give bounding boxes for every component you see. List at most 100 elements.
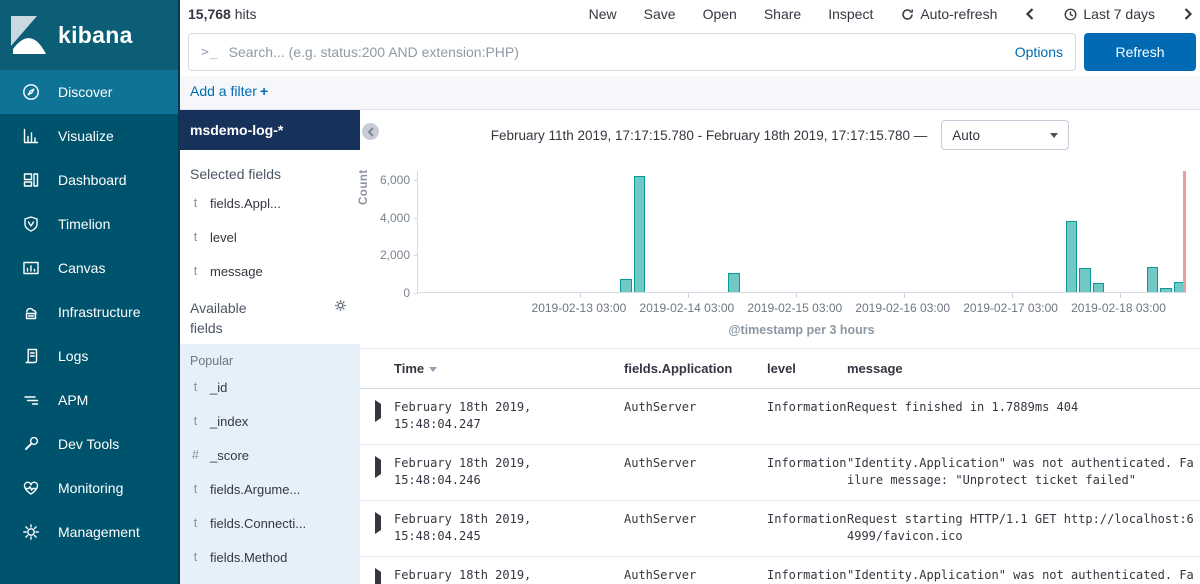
y-tick-mark (414, 180, 418, 181)
histogram-bar[interactable] (1160, 288, 1172, 292)
time-forward-chevron-icon[interactable] (1182, 7, 1194, 21)
histogram-bar[interactable] (1093, 283, 1105, 292)
field-item-_id[interactable]: t_id (180, 370, 360, 404)
cell-message: "Identity.Application" was not authentic… (847, 557, 1197, 584)
field-item-fieldsconnecti[interactable]: tfields.Connecti... (180, 506, 360, 540)
sidebar-item-monitoring[interactable]: Monitoring (0, 466, 178, 510)
interval-select[interactable]: Auto (941, 120, 1069, 150)
time-range-picker[interactable]: Last 7 days (1063, 6, 1155, 22)
expand-row-icon[interactable] (375, 456, 381, 478)
sidebar-item-label: Canvas (58, 260, 105, 276)
column-header-message[interactable]: message (847, 361, 1197, 376)
histogram-bar[interactable] (620, 279, 632, 292)
column-header-level[interactable]: level (767, 361, 847, 376)
open-menu-item[interactable]: Open (703, 6, 737, 22)
hits-value: 15,768 (188, 6, 231, 22)
column-header-time[interactable]: Time (394, 361, 624, 376)
sidebar-item-visualize[interactable]: Visualize (0, 114, 178, 158)
sidebar-item-discover[interactable]: Discover (0, 70, 178, 114)
scroll-icon (21, 346, 41, 366)
x-tick-label: 2019-02-14 03:00 (639, 301, 734, 315)
x-tick-mark (1012, 293, 1013, 298)
field-type-icon: t (190, 230, 201, 244)
shield-icon (21, 214, 41, 234)
expand-row-icon[interactable] (375, 568, 381, 584)
refresh-button[interactable]: Refresh (1084, 33, 1196, 71)
field-item-_index[interactable]: t_index (180, 404, 360, 438)
table-row[interactable]: February 18th 2019, 15:48:04.245AuthServ… (360, 501, 1200, 557)
traces-icon (21, 390, 41, 410)
table-row[interactable]: February 18th 2019, 15:48:04.246AuthServ… (360, 445, 1200, 501)
sidebar-item-timelion[interactable]: Timelion (0, 202, 178, 246)
field-item-fieldsrequest[interactable]: tfields.Request... (180, 574, 360, 584)
y-tick-label: 4,000 (368, 211, 410, 225)
add-filter-label: Add a filter (190, 83, 257, 99)
expand-row-icon[interactable] (375, 512, 381, 534)
histogram-bar[interactable] (1147, 267, 1159, 292)
inspect-menu-item[interactable]: Inspect (828, 6, 873, 22)
sidebar-item-canvas[interactable]: Canvas (0, 246, 178, 290)
sidebar-item-label: Dev Tools (58, 436, 119, 452)
sidebar-item-label: Visualize (58, 128, 114, 144)
histogram-bar[interactable] (728, 273, 740, 292)
hits-count: 15,768 hits (188, 6, 257, 22)
sidebar-item-dev-tools[interactable]: Dev Tools (0, 422, 178, 466)
popular-fields-list: t_idt_index#_scoretfields.Argume...tfiel… (180, 370, 360, 584)
field-type-icon: t (190, 196, 201, 210)
hits-unit: hits (235, 6, 257, 22)
options-link[interactable]: Options (1015, 44, 1063, 60)
x-tick-mark (1120, 293, 1121, 298)
field-item-_score[interactable]: #_score (180, 438, 360, 472)
field-type-icon: t (190, 414, 201, 428)
cell-time: February 18th 2019, 15:48:04.246 (394, 445, 624, 500)
x-tick-mark (580, 293, 581, 298)
save-menu-item[interactable]: Save (644, 6, 676, 22)
logo-wordmark: kibana (58, 22, 133, 49)
expand-row-icon[interactable] (375, 400, 381, 422)
new-menu-item[interactable]: New (589, 6, 617, 22)
field-item-fieldsargume[interactable]: tfields.Argume... (180, 472, 360, 506)
field-item-fieldsmethod[interactable]: tfields.Method (180, 540, 360, 574)
top-menu: New Save Open Share Inspect Auto-refresh Las… (589, 0, 1194, 28)
field-item-fieldsappl[interactable]: tfields.Appl... (180, 186, 360, 220)
index-pattern-selector[interactable]: msdemo-log-* (180, 110, 360, 150)
sidebar-item-dashboard[interactable]: Dashboard (0, 158, 178, 202)
top-bar: 15,768 hits New Save Open Share Inspect Auto… (180, 0, 1200, 76)
field-item-level[interactable]: tlevel (180, 220, 360, 254)
sidebar-item-apm[interactable]: APM (0, 378, 178, 422)
cloud-server-icon (21, 302, 41, 322)
kibana-logo[interactable]: kibana (0, 0, 178, 70)
histogram-plot[interactable]: 02,0004,0006,000 (417, 171, 1186, 293)
histogram-bar[interactable] (634, 176, 646, 292)
field-type-icon: t (190, 550, 201, 564)
sidebar-item-label: APM (58, 392, 88, 408)
cell-level: Information (767, 445, 847, 500)
histogram-bar[interactable] (1066, 221, 1078, 292)
sidebar-item-management[interactable]: Management (0, 510, 178, 554)
x-tick-label: 2019-02-17 03:00 (963, 301, 1058, 315)
time-back-chevron-icon[interactable] (1024, 7, 1036, 21)
field-type-icon: t (190, 264, 201, 278)
cell-time: February 18th 2019, 15:48:04.247 (394, 389, 624, 444)
table-body: February 18th 2019, 15:48:04.247AuthServ… (360, 389, 1200, 584)
field-settings-gear-icon[interactable] (333, 298, 348, 313)
compass-icon (21, 82, 41, 102)
share-menu-item[interactable]: Share (764, 6, 801, 22)
table-row[interactable]: February 18th 2019, 15:48:04.247AuthServ… (360, 389, 1200, 445)
histogram-bar[interactable] (1079, 268, 1091, 292)
column-header-application[interactable]: fields.Application (624, 361, 767, 376)
add-filter-link[interactable]: Add a filter+ (190, 83, 268, 99)
search-input[interactable] (229, 44, 1005, 60)
sidebar-item-logs[interactable]: Logs (0, 334, 178, 378)
table-row[interactable]: February 18th 2019, 15:48:04.245AuthServ… (360, 557, 1200, 584)
app-nav-items: Discover Visualize Dashboard Timelion Canvas… (0, 70, 178, 554)
plus-icon: + (260, 83, 268, 99)
x-tick-label: 2019-02-16 03:00 (855, 301, 950, 315)
auto-refresh-button[interactable]: Auto-refresh (900, 6, 997, 22)
field-item-message[interactable]: tmessage (180, 254, 360, 288)
sidebar-item-infrastructure[interactable]: Infrastructure (0, 290, 178, 334)
time-range-title: February 11th 2019, 17:17:15.780 - Febru… (491, 128, 928, 143)
field-type-icon: t (190, 482, 201, 496)
sidebar-item-label: Timelion (58, 216, 110, 232)
cell-level: Information (767, 557, 847, 584)
